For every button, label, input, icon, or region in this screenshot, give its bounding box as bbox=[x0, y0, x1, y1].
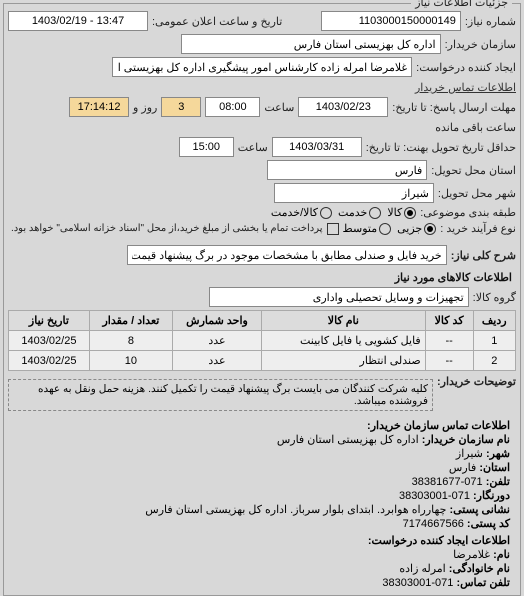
lname-label: نام خانوادگی: bbox=[449, 563, 510, 575]
days-label: روز و bbox=[133, 101, 157, 114]
lname-value: امرله زاده bbox=[399, 563, 445, 575]
days-remaining bbox=[161, 97, 201, 117]
contact-title: اطلاعات تماس سازمان خریدار: bbox=[367, 420, 510, 432]
group-input[interactable] bbox=[209, 287, 469, 307]
state-input[interactable] bbox=[267, 160, 427, 180]
table-cell: فایل کشویی یا فایل کابینت bbox=[262, 331, 426, 351]
cpcode-value: 7174667566 bbox=[403, 518, 464, 530]
city-label: شهر محل تحویل: bbox=[438, 187, 516, 200]
table-cell: 2 bbox=[473, 351, 515, 371]
radio-joz-label: جزیی bbox=[397, 222, 422, 235]
city-input[interactable] bbox=[274, 183, 434, 203]
table-header: تاریخ نیاز bbox=[9, 311, 90, 331]
delivery-date[interactable] bbox=[272, 137, 362, 157]
radio-kala-khadamat[interactable] bbox=[320, 207, 332, 219]
ccity-value: شیراز bbox=[456, 448, 483, 460]
table-cell: 1403/02/25 bbox=[9, 331, 90, 351]
num-label: شماره نیاز: bbox=[465, 15, 516, 28]
radio-mot-label: متوسط bbox=[343, 222, 378, 235]
table-cell: صندلی انتظار bbox=[262, 351, 426, 371]
cfax-label: دورنگار: bbox=[473, 490, 510, 502]
fname-label: نام: bbox=[493, 549, 510, 561]
table-cell: 10 bbox=[89, 351, 172, 371]
panel-title: جزئیات اطلاعات نیاز bbox=[411, 0, 512, 9]
table-header: کد کالا bbox=[425, 311, 473, 331]
creator-info-block: اطلاعات ایجاد کننده درخواست: نام: غلامرض… bbox=[14, 534, 510, 589]
contact-link[interactable]: اطلاعات تماس خریدار bbox=[415, 81, 516, 94]
class-label: طبقه بندی موضوعی: bbox=[420, 206, 516, 219]
proc-radio-group: جزیی متوسط bbox=[343, 222, 437, 235]
cphone-label: تلفن: bbox=[486, 476, 510, 488]
remain-label: ساعت باقی مانده bbox=[435, 121, 516, 134]
contact-info-block: اطلاعات تماس سازمان خریدار: نام سازمان خ… bbox=[14, 419, 510, 530]
cstate-value: فارس bbox=[449, 462, 476, 474]
table-header: واحد شمارش bbox=[172, 311, 261, 331]
buyer-notes-text: کلیه شرکت کنندگان می بایست برگ پیشنهاد ق… bbox=[8, 379, 433, 411]
radio-kala-khadamat-label: کالا/خدمت bbox=[271, 206, 318, 219]
radio-joz[interactable] bbox=[424, 223, 436, 235]
table-cell: -- bbox=[425, 351, 473, 371]
deadline-time[interactable] bbox=[205, 97, 260, 117]
org-value: اداره کل بهزیستی استان فارس bbox=[277, 434, 419, 446]
goods-table: ردیفکد کالانام کالاواحد شمارشتعداد / مقد… bbox=[8, 310, 516, 371]
ccity-label: شهر: bbox=[486, 448, 510, 460]
radio-khadamat[interactable] bbox=[369, 207, 381, 219]
table-cell: 8 bbox=[89, 331, 172, 351]
creator-input[interactable] bbox=[112, 57, 412, 77]
deadline-label: مهلت ارسال پاسخ: تا تاریخ: bbox=[392, 101, 516, 114]
table-cell: -- bbox=[425, 331, 473, 351]
buyer-label: سازمان خریدار: bbox=[445, 38, 516, 51]
cphone-value: 071-38381677 bbox=[412, 476, 483, 488]
table-header: ردیف bbox=[473, 311, 515, 331]
cphone2-value: 071-38303001 bbox=[382, 577, 453, 589]
goods-section-title: اطلاعات کالاهای مورد نیاز bbox=[12, 271, 512, 284]
desc-input[interactable] bbox=[127, 245, 447, 265]
radio-mot[interactable] bbox=[379, 223, 391, 235]
radio-kala-label: کالا bbox=[387, 206, 402, 219]
table-row: 1--فایل کشویی یا فایل کابینتعدد81403/02/… bbox=[9, 331, 516, 351]
radio-khadamat-label: خدمت bbox=[338, 206, 367, 219]
table-header: نام کالا bbox=[262, 311, 426, 331]
group-label: گروه کالا: bbox=[473, 291, 516, 304]
creator-title: اطلاعات ایجاد کننده درخواست: bbox=[368, 535, 510, 547]
table-cell: عدد bbox=[172, 351, 261, 371]
table-header: تعداد / مقدار bbox=[89, 311, 172, 331]
pub-input[interactable] bbox=[8, 11, 148, 31]
treasury-text: پرداخت تمام یا بخشی از مبلغ خرید،از محل … bbox=[11, 223, 323, 234]
buyer-input[interactable] bbox=[181, 34, 441, 54]
delivery-time[interactable] bbox=[179, 137, 234, 157]
table-cell: 1 bbox=[473, 331, 515, 351]
cpostal-label: نشانی پستی: bbox=[449, 504, 510, 516]
delivery-time-label: ساعت bbox=[238, 141, 268, 154]
cfax-value: 071-38303001 bbox=[399, 490, 470, 502]
treasury-checkbox[interactable] bbox=[327, 223, 339, 235]
buyer-notes-label: توضیحات خریدار: bbox=[437, 375, 516, 388]
radio-kala[interactable] bbox=[404, 207, 416, 219]
creator-label: ایجاد کننده درخواست: bbox=[416, 61, 516, 74]
table-row: 2--صندلی انتظارعدد101403/02/25 bbox=[9, 351, 516, 371]
cpcode-label: کد پستی: bbox=[467, 518, 510, 530]
delivery-label: حداقل تاریخ تحویل بهنت: تا تاریخ: bbox=[366, 141, 516, 154]
cpostal-value: چهارراه هوابرد. ابتدای بلوار سرباز. ادار… bbox=[145, 504, 446, 516]
org-label: نام سازمان خریدار: bbox=[422, 434, 510, 446]
state-label: استان محل تحویل: bbox=[431, 164, 516, 177]
deadline-date[interactable] bbox=[298, 97, 388, 117]
class-radio-group: کالا خدمت کالا/خدمت bbox=[271, 206, 416, 219]
deadline-time-label: ساعت bbox=[264, 101, 294, 114]
pub-label: تاریخ و ساعت اعلان عمومی: bbox=[152, 15, 282, 28]
table-cell: عدد bbox=[172, 331, 261, 351]
fname-value: غلامرضا bbox=[453, 549, 490, 561]
table-cell: 1403/02/25 bbox=[9, 351, 90, 371]
time-remaining bbox=[69, 97, 129, 117]
proc-label: نوع فرآیند خرید : bbox=[440, 222, 516, 235]
num-input[interactable] bbox=[321, 11, 461, 31]
desc-label: شرح کلی نیاز: bbox=[451, 249, 516, 262]
cstate-label: استان: bbox=[479, 462, 510, 474]
cphone2-label: تلفن تماس: bbox=[456, 577, 510, 589]
